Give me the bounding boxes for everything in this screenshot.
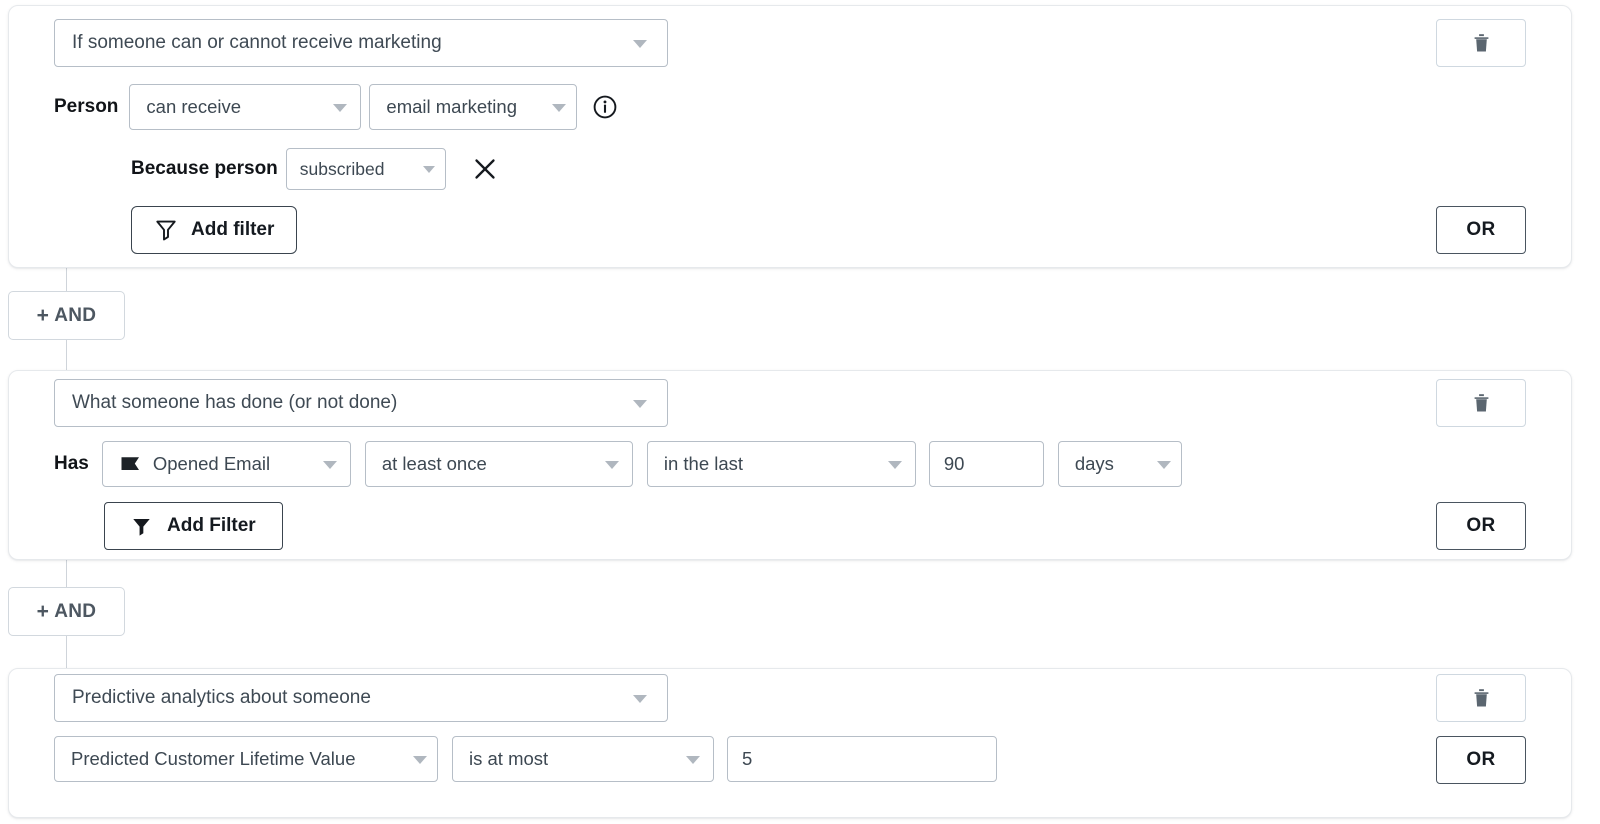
connector-line-2 [66,340,67,370]
add-and-condition-button-1[interactable]: + AND [8,291,125,340]
group-type-select-value-3: Predictive analytics about someone [72,687,371,709]
connector-line-4 [66,636,67,668]
add-filter-label-2: Add Filter [167,515,256,537]
flag-icon-glyph [119,454,142,474]
remove-because-button[interactable] [470,154,500,184]
event-timeframe-select[interactable]: in the last [647,441,916,487]
row-label-has: Has [54,453,89,475]
chevron-down-icon [633,40,647,48]
person-channel-value: email marketing [386,96,517,118]
group-1-row-person: Person can receive email marketing [54,84,618,130]
close-icon [472,156,498,182]
chevron-down-icon [333,104,347,112]
predictive-attribute-value: Predicted Customer Lifetime Value [71,748,355,770]
chevron-down-icon [888,461,902,469]
condition-group-3: Predictive analytics about someone Predi… [8,668,1572,818]
condition-group-1: If someone can or cannot receive marketi… [8,5,1572,268]
predictive-value-input[interactable]: 5 [727,736,997,782]
event-metric-value: Opened Email [153,453,270,475]
chevron-down-icon [633,400,647,408]
filter-solid-icon [131,516,152,537]
event-timeframe-amount-input[interactable]: 90 [929,441,1044,487]
predictive-operator-select[interactable]: is at most [452,736,714,782]
person-channel-select[interactable]: email marketing [369,84,577,130]
because-person-select[interactable]: subscribed [286,148,446,190]
person-permission-select[interactable]: can receive [129,84,361,130]
group-1-row-addfilter: Add filter [131,206,297,254]
or-button-3[interactable]: OR [1436,736,1526,784]
info-icon[interactable] [591,94,618,121]
group-1-row-because: Because person subscribed [131,148,500,190]
chevron-down-icon [1157,461,1171,469]
event-frequency-value: at least once [382,453,487,475]
trash-icon [1473,393,1490,413]
info-icon-glyph [592,94,618,120]
group-2-row-addfilter: Add Filter [104,502,283,550]
add-filter-label-1: Add filter [191,219,274,241]
trash-icon [1473,33,1490,53]
group-type-select-value-1: If someone can or cannot receive marketi… [72,32,442,54]
event-timeframe-amount-value: 90 [944,453,965,475]
predictive-value-text: 5 [742,748,752,770]
or-button-1[interactable]: OR [1436,206,1526,254]
and-button-label-1: AND [54,305,96,327]
group-type-select-2[interactable]: What someone has done (or not done) [54,379,668,427]
because-person-value: subscribed [300,159,385,180]
or-button-label-3: OR [1466,749,1495,771]
group-type-select-1[interactable]: If someone can or cannot receive marketi… [54,19,668,67]
chevron-down-icon [423,166,435,173]
plus-icon-1: + [37,305,50,326]
and-button-label-2: AND [54,601,96,623]
group-2-row-has: Has Opened Email at least once in the la… [54,441,1182,487]
delete-group-button-1[interactable] [1436,19,1526,67]
trash-icon [1473,688,1490,708]
event-timeframe-unit-select[interactable]: days [1058,441,1182,487]
event-timeframe-value: in the last [664,453,743,475]
chevron-down-icon [323,461,337,469]
event-timeframe-unit-value: days [1075,453,1114,475]
group-type-select-3[interactable]: Predictive analytics about someone [54,674,668,722]
chevron-down-icon [605,461,619,469]
add-filter-button-2[interactable]: Add Filter [104,502,283,550]
chevron-down-icon [552,104,566,112]
or-button-label-1: OR [1466,219,1495,241]
predictive-operator-value: is at most [469,748,548,770]
delete-group-button-2[interactable] [1436,379,1526,427]
event-metric-select[interactable]: Opened Email [102,441,351,487]
add-filter-button-1[interactable]: Add filter [131,206,297,254]
event-frequency-select[interactable]: at least once [365,441,633,487]
row-label-because-person: Because person [131,158,278,180]
segment-builder-canvas: If someone can or cannot receive marketi… [0,0,1600,824]
delete-group-button-3[interactable] [1436,674,1526,722]
chevron-down-icon [633,695,647,703]
group-3-row-predictive: Predicted Customer Lifetime Value is at … [54,736,997,782]
add-and-condition-button-2[interactable]: + AND [8,587,125,636]
condition-group-2: What someone has done (or not done) Has … [8,370,1572,560]
person-permission-value: can receive [146,96,241,118]
flag-icon [119,454,142,474]
plus-icon-2: + [37,601,50,622]
chevron-down-icon [413,756,427,764]
or-button-2[interactable]: OR [1436,502,1526,550]
filter-outline-icon [154,218,178,242]
chevron-down-icon [686,756,700,764]
predictive-attribute-select[interactable]: Predicted Customer Lifetime Value [54,736,438,782]
or-button-label-2: OR [1466,515,1495,537]
group-type-select-value-2: What someone has done (or not done) [72,392,397,414]
row-label-person: Person [54,96,118,118]
